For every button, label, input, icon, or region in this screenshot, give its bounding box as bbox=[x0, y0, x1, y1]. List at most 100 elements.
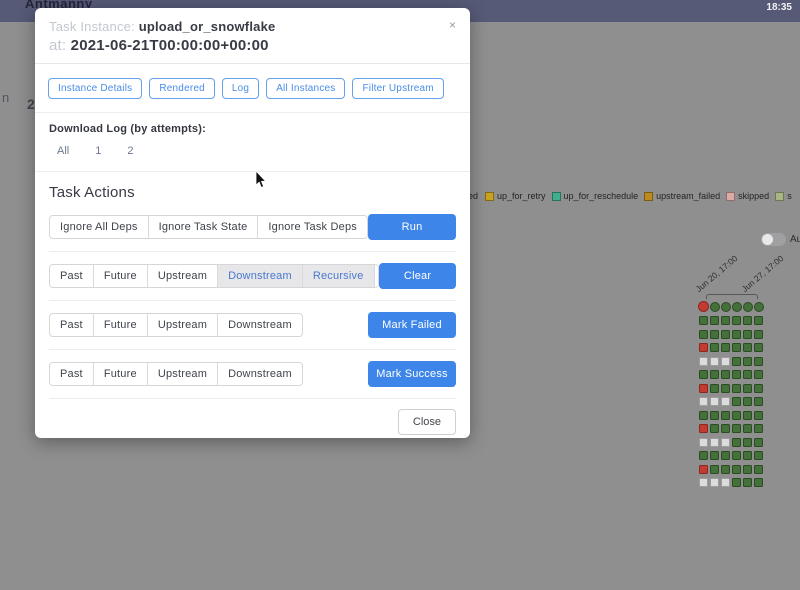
task-instance-square[interactable] bbox=[754, 316, 763, 325]
task-instance-square[interactable] bbox=[754, 370, 763, 379]
future-option[interactable]: Future bbox=[92, 363, 147, 385]
task-instance-square[interactable] bbox=[743, 397, 752, 406]
close-icon[interactable]: × bbox=[447, 16, 458, 34]
task-instance-square[interactable] bbox=[743, 410, 752, 420]
task-instance-square[interactable] bbox=[710, 397, 719, 406]
task-instance-square[interactable] bbox=[754, 397, 763, 406]
task-instance-square[interactable] bbox=[732, 343, 741, 352]
task-instance-square[interactable] bbox=[721, 437, 730, 447]
past-option[interactable]: Past bbox=[50, 314, 93, 336]
task-instance-square[interactable] bbox=[721, 424, 730, 433]
close-button[interactable]: Close bbox=[397, 409, 456, 435]
task-instance-square[interactable] bbox=[732, 424, 741, 433]
task-instance-square[interactable] bbox=[721, 464, 730, 474]
auto-refresh-toggle[interactable] bbox=[761, 233, 786, 246]
task-instance-square[interactable] bbox=[710, 329, 719, 339]
task-instance-square[interactable] bbox=[710, 316, 719, 325]
task-instance-square[interactable] bbox=[710, 451, 719, 460]
downstream-option[interactable]: Downstream bbox=[217, 363, 302, 385]
future-option[interactable]: Future bbox=[92, 265, 147, 287]
task-instance-square[interactable] bbox=[710, 478, 719, 487]
past-option[interactable]: Past bbox=[50, 265, 93, 287]
task-instance-square[interactable] bbox=[732, 383, 741, 393]
past-option[interactable]: Past bbox=[50, 363, 93, 385]
all-instances-button[interactable]: All Instances bbox=[266, 78, 346, 99]
task-instance-square[interactable] bbox=[699, 424, 708, 433]
task-instance-square[interactable] bbox=[743, 478, 752, 487]
task-instance-square[interactable] bbox=[754, 383, 763, 393]
task-instance-square[interactable] bbox=[754, 343, 763, 352]
task-instance-square[interactable] bbox=[754, 424, 763, 433]
task-instance-square[interactable] bbox=[732, 478, 741, 487]
task-instance-square[interactable] bbox=[743, 464, 752, 474]
task-instance-square[interactable] bbox=[721, 410, 730, 420]
task-instance-square[interactable] bbox=[699, 397, 708, 406]
task-instance-square[interactable] bbox=[732, 451, 741, 460]
task-instance-square[interactable] bbox=[699, 410, 708, 420]
task-instance-square[interactable] bbox=[743, 451, 752, 460]
task-instance-square[interactable] bbox=[721, 397, 730, 406]
ignore-all-deps-option[interactable]: Ignore All Deps bbox=[50, 216, 148, 238]
task-instance-square[interactable] bbox=[743, 343, 752, 352]
filter-upstream-button[interactable]: Filter Upstream bbox=[352, 78, 444, 99]
task-instance-square[interactable] bbox=[710, 343, 719, 352]
task-instance-square[interactable] bbox=[699, 478, 708, 487]
instance-details-button[interactable]: Instance Details bbox=[48, 78, 143, 99]
dag-run-circle[interactable] bbox=[710, 301, 720, 312]
task-instance-square[interactable] bbox=[743, 424, 752, 433]
task-instance-square[interactable] bbox=[754, 356, 763, 366]
task-instance-square[interactable] bbox=[721, 356, 730, 366]
task-instance-square[interactable] bbox=[699, 329, 708, 339]
task-instance-square[interactable] bbox=[743, 329, 752, 339]
task-instance-square[interactable] bbox=[721, 383, 730, 393]
task-instance-square[interactable] bbox=[732, 397, 741, 406]
task-instance-square[interactable] bbox=[732, 437, 741, 447]
dag-run-circle[interactable] bbox=[721, 301, 731, 312]
task-instance-square[interactable] bbox=[721, 343, 730, 352]
task-instance-square[interactable] bbox=[721, 316, 730, 325]
task-instance-square[interactable] bbox=[754, 478, 763, 487]
attempt-link-all[interactable]: All bbox=[57, 145, 69, 157]
task-instance-square[interactable] bbox=[732, 464, 741, 474]
task-instance-square[interactable] bbox=[754, 451, 763, 460]
dag-run-circle[interactable] bbox=[743, 301, 753, 312]
task-instance-square[interactable] bbox=[699, 370, 708, 379]
attempt-link-1[interactable]: 1 bbox=[95, 145, 101, 157]
downstream-option[interactable]: Downstream bbox=[217, 265, 302, 287]
upstream-option[interactable]: Upstream bbox=[146, 265, 218, 287]
task-instance-square[interactable] bbox=[699, 437, 708, 447]
run-button[interactable]: Run bbox=[368, 214, 456, 240]
task-instance-square[interactable] bbox=[732, 370, 741, 379]
task-instance-square[interactable] bbox=[754, 410, 763, 420]
dag-run-circle[interactable] bbox=[732, 301, 742, 312]
task-instance-square[interactable] bbox=[732, 356, 741, 366]
dag-run-circle[interactable] bbox=[754, 301, 764, 312]
attempt-link-2[interactable]: 2 bbox=[127, 145, 133, 157]
upstream-option[interactable]: Upstream bbox=[146, 314, 218, 336]
task-instance-square[interactable] bbox=[710, 410, 719, 420]
mark-failed-button[interactable]: Mark Failed bbox=[368, 312, 456, 338]
dag-run-circle[interactable] bbox=[698, 301, 709, 312]
task-instance-square[interactable] bbox=[710, 464, 719, 474]
task-instance-square[interactable] bbox=[710, 424, 719, 433]
task-instance-square[interactable] bbox=[721, 478, 730, 487]
rendered-button[interactable]: Rendered bbox=[149, 78, 215, 99]
task-instance-square[interactable] bbox=[732, 316, 741, 325]
task-instance-square[interactable] bbox=[721, 370, 730, 379]
recursive-option[interactable]: Recursive bbox=[301, 265, 374, 287]
upstream-option[interactable]: Upstream bbox=[146, 363, 218, 385]
task-instance-square[interactable] bbox=[754, 464, 763, 474]
downstream-option[interactable]: Downstream bbox=[217, 314, 302, 336]
task-instance-square[interactable] bbox=[699, 343, 708, 352]
task-instance-square[interactable] bbox=[710, 356, 719, 366]
ignore-task-state-option[interactable]: Ignore Task State bbox=[147, 216, 258, 238]
task-instance-square[interactable] bbox=[732, 329, 741, 339]
task-instance-square[interactable] bbox=[699, 451, 708, 460]
task-instance-square[interactable] bbox=[743, 437, 752, 447]
task-instance-square[interactable] bbox=[754, 329, 763, 339]
task-instance-square[interactable] bbox=[699, 356, 708, 366]
clear-button[interactable]: Clear bbox=[379, 263, 456, 289]
task-instance-square[interactable] bbox=[721, 329, 730, 339]
task-instance-square[interactable] bbox=[721, 451, 730, 460]
future-option[interactable]: Future bbox=[92, 314, 147, 336]
